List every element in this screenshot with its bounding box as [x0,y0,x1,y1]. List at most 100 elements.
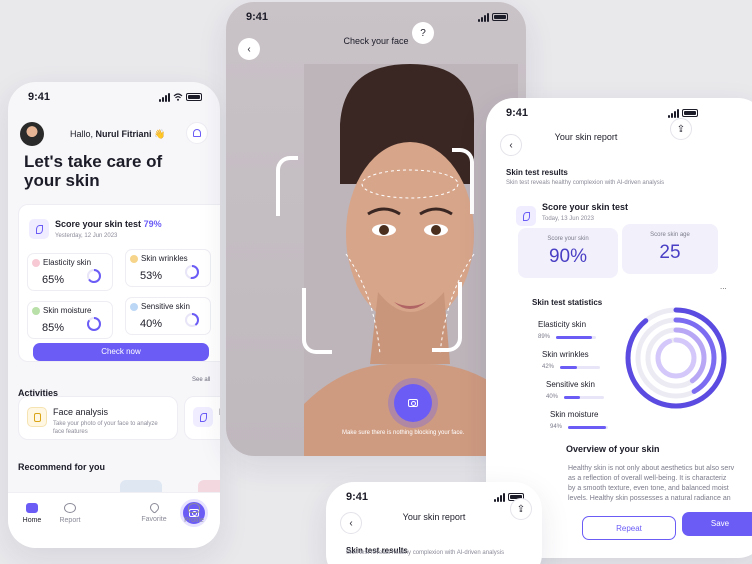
share-button[interactable]: ⇪ [670,118,692,140]
metric-label: Skin wrinkles [130,254,188,263]
more-options-icon[interactable]: ... [720,282,727,291]
camera-icon [408,399,418,407]
activity-card-2[interactable]: Fa [184,396,220,440]
status-icons [668,108,698,118]
battery-icon [492,13,508,21]
metric-value: 85% [42,322,65,334]
leaf-icon [29,219,49,239]
screen-title: Your skin report [554,132,618,142]
see-all-link[interactable]: See all [192,377,210,383]
signal-icon [159,92,170,102]
share-icon: ⇪ [516,503,526,515]
flower-icon [32,258,40,267]
score-label: Score your skin [547,236,589,242]
screen-title: Check your face [343,36,409,46]
skin-score-box: Score your skin 90% [518,228,618,278]
wave-icon [130,254,138,263]
status-time: 9:41 [246,11,269,23]
help-button[interactable]: ? [412,22,434,44]
score-title: Score your skin test [542,202,629,212]
repeat-button[interactable]: Repeat [582,516,676,540]
metric-tile[interactable]: Sensitive skin 40% [125,297,211,335]
metric-tile[interactable]: Skin moisture 85% [27,301,113,339]
save-button[interactable]: Save [682,512,752,536]
tab-report[interactable]: Report [50,503,90,524]
signal-icon [668,108,679,118]
results-title: Skin test results [506,168,568,177]
battery-icon [186,93,202,101]
metric-progress-ring [87,269,101,283]
stat-label: Sensitive skin [546,380,595,389]
leaf-icon [32,306,40,315]
stat-label: Skin wrinkles [542,350,589,359]
skin-score-card[interactable]: Score your skin test 79% Yesterday, 12 J… [18,204,220,362]
results-desc: Skin test reveals healthy complexion wit… [506,180,665,186]
camera-screen: 9:41 ‹ Check your face ? Make sure there… [226,2,526,456]
metric-progress-ring [185,313,199,327]
share-icon: ⇪ [676,123,686,135]
signal-icon [494,492,505,502]
leaf-icon [516,206,536,226]
snowflake-icon [130,302,138,311]
status-bar: 9:41 [8,82,220,112]
stats-title: Skin test statistics [532,298,603,307]
radial-ring-0 [625,307,727,409]
report-icon [64,503,76,513]
stat-bar [556,336,596,339]
radial-ring-3 [655,337,697,379]
heart-icon [147,501,161,514]
stat-label: Skin moisture [550,410,599,419]
bottom-tab-bar: Home Report Favorite Profile [8,492,220,548]
home-icon [26,503,38,513]
metric-tile[interactable]: Elasticity skin 65% [27,253,113,291]
results-desc: Skin test reveals healthy complexion wit… [346,550,505,556]
status-time: 9:41 [346,491,369,503]
page-title: Let's take care of your skin [24,152,163,190]
scan-frame-corner [276,156,298,216]
scan-frame-corner [432,282,462,352]
stat-value: 40% [546,394,559,400]
stat-label: Elasticity skin [538,320,587,329]
scan-frame-corner [302,288,332,354]
score-date: Today, 13 Jun 2023 [542,216,594,222]
status-icons [159,92,202,102]
greeting: Hallo, Nurul Fitriani 👋 [70,129,165,140]
overview-text: Healthy skin is not only about aesthetic… [568,465,735,502]
user-name: Nurul Fitriani 👋 [95,128,166,139]
metric-progress-ring [185,265,199,279]
status-bar: 9:41 [226,2,526,32]
age-label: Score skin age [650,232,690,238]
notification-bell-icon[interactable] [186,122,208,144]
activity-desc: Take your photo of your face to analyze … [53,421,158,435]
metric-label: Sensitive skin [130,302,190,311]
greeting-prefix: Hallo, [70,128,94,139]
tab-home[interactable]: Home [12,503,52,524]
capture-button[interactable] [394,384,432,422]
skin-age-box: Score skin age 25 [622,224,718,274]
stat-bar [568,426,608,429]
score-title: Score your skin test 79% [55,219,162,229]
share-button[interactable]: ⇪ [510,498,532,520]
overview-title: Overview of your skin [566,444,660,454]
avatar[interactable] [20,122,44,146]
metric-value: 40% [140,318,163,330]
score-value: 79% [143,219,162,229]
face-analysis-card[interactable]: Face analysis Take your photo of your fa… [18,396,178,440]
signal-icon [478,12,489,22]
tab-profile[interactable]: Profile [174,503,214,524]
metric-label: Elasticity skin [32,258,91,267]
tab-favorite[interactable]: Favorite [134,501,174,523]
report-screen-preview: 9:41 ‹ Your skin report ⇪ Skin test resu… [326,482,542,564]
screen-title: Your skin report [402,512,466,522]
recommend-title: Recommend for you [18,462,106,472]
metric-progress-ring [87,317,101,331]
metric-tile[interactable]: Skin wrinkles 53% [125,249,211,287]
help-icon: ? [420,27,426,39]
check-now-button[interactable]: Check now [33,343,209,361]
home-screen: 9:41 Hallo, Nurul Fitriani 👋 Let's take … [8,82,220,548]
status-time: 9:41 [506,107,529,119]
score-value: 90% [548,246,588,267]
wifi-icon [173,93,183,101]
metric-value: 65% [42,274,65,286]
metric-label: Skin moisture [32,306,91,315]
